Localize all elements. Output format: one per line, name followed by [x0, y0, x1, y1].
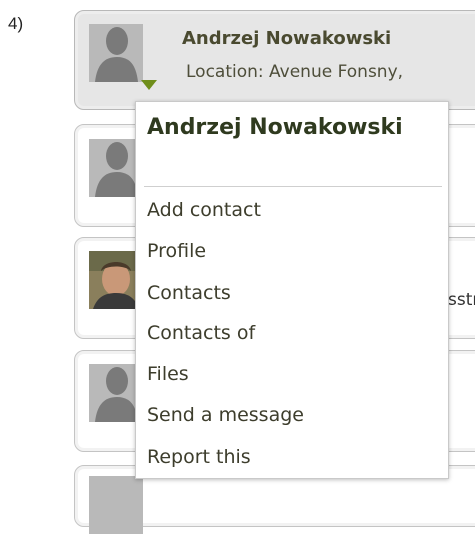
- context-menu: Andrzej Nowakowski Add contact Profile C…: [135, 101, 449, 479]
- menu-title: Andrzej Nowakowski: [147, 115, 403, 140]
- avatar[interactable]: [89, 476, 143, 534]
- default-user-icon: [95, 27, 138, 82]
- dropdown-arrow-icon[interactable]: [141, 80, 157, 90]
- menu-item-contacts[interactable]: Contacts: [147, 278, 231, 308]
- menu-item-send-message[interactable]: Send a message: [147, 400, 304, 430]
- menu-item-files[interactable]: Files: [147, 359, 189, 389]
- member-location: Location: Avenue Fonsny,: [186, 62, 404, 82]
- menu-item-add-contact[interactable]: Add contact: [147, 195, 261, 225]
- card-text-peek: sstr: [448, 290, 475, 310]
- member-card-selected[interactable]: Andrzej Nowakowski Location: Avenue Fons…: [74, 10, 475, 110]
- menu-item-profile[interactable]: Profile: [147, 236, 206, 266]
- menu-item-contacts-of[interactable]: Contacts of: [147, 318, 255, 348]
- member-name[interactable]: Andrzej Nowakowski: [182, 28, 391, 49]
- step-label: 4): [8, 14, 24, 33]
- avatar[interactable]: [89, 24, 143, 82]
- menu-item-report[interactable]: Report this: [147, 442, 251, 472]
- menu-divider: [144, 186, 442, 187]
